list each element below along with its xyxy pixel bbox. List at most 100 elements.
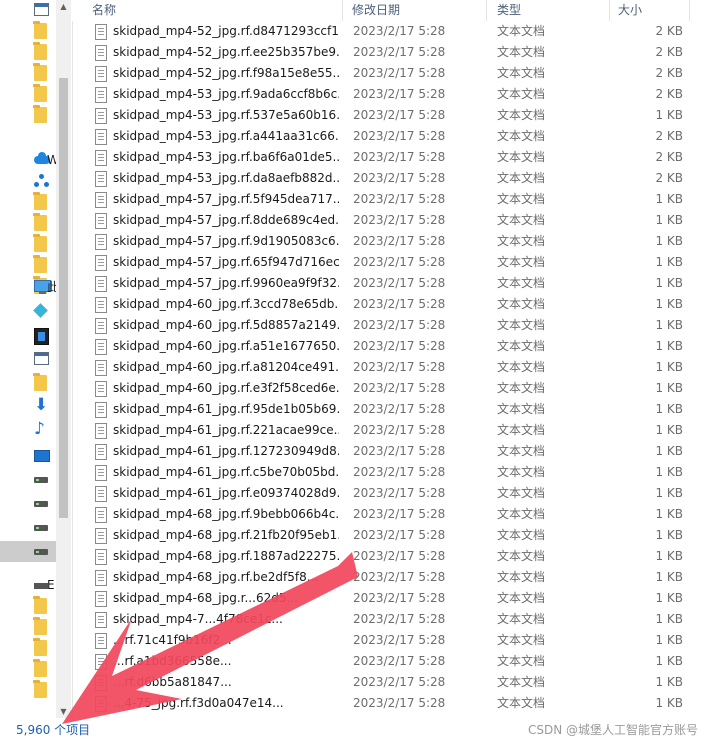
- file-row[interactable]: skidpad_mp4-60_jpg.rf.3ccd78e65db... 2023…: [72, 294, 692, 315]
- file-row[interactable]: skidpad_mp4-53_jpg.rf.9ada6ccf8b6c... 202…: [72, 84, 692, 105]
- file-type: 文本文档: [497, 675, 546, 689]
- file-row[interactable]: skidpad_mp4-61_jpg.rf.127230949d8... 2023…: [72, 441, 692, 462]
- file-row[interactable]: skidpad_mp4-68_jpg.rf.1887ad22275... 2023…: [72, 546, 692, 567]
- file-name: skidpad_mp4-61_jpg.rf.c5be70b05bd...: [113, 465, 339, 479]
- nav-item[interactable]: [0, 42, 56, 63]
- nav-item[interactable]: [0, 84, 56, 105]
- nav-item[interactable]: [0, 445, 56, 466]
- file-row[interactable]: skidpad_mp4-68_jpg.rf.9bebb066b4c... 2023…: [72, 504, 692, 525]
- file-row[interactable]: skidpad_mp4-60_jpg.rf.a51e1677650... 2023…: [72, 336, 692, 357]
- scroll-down-icon[interactable]: ▼: [56, 707, 71, 716]
- file-date: 2023/2/17 5:28: [353, 24, 446, 38]
- file-row[interactable]: skidpad_mp4-61_jpg.rf.221acae99ce... 2023…: [72, 420, 692, 441]
- nav-item[interactable]: [0, 469, 56, 490]
- nav-item[interactable]: [0, 234, 56, 255]
- nav-item[interactable]: [0, 680, 56, 701]
- document-icon: [95, 633, 107, 649]
- pictures-icon: [34, 352, 49, 365]
- nav-item[interactable]: ♪: [0, 421, 56, 442]
- status-bar: 5,960 个项目 CSDN @城堡人工智能官方账号: [0, 718, 708, 739]
- nav-item[interactable]: [0, 617, 56, 638]
- nav-item[interactable]: [0, 541, 56, 562]
- file-row[interactable]: skidpad_mp4-61_jpg.rf.c5be70b05bd... 2023…: [72, 462, 692, 483]
- document-icon: [95, 528, 107, 544]
- file-type: 文本文档: [497, 45, 546, 59]
- file-row[interactable]: skidpad_mp4-53_jpg.rf.a441aa31c66... 2023…: [72, 126, 692, 147]
- file-row[interactable]: skidpad_mp4-7...4f78ce1c... 2023/2/17 5:2…: [72, 609, 692, 630]
- file-name: skidpad_mp4-61_jpg.rf.221acae99ce...: [113, 423, 339, 437]
- file-row[interactable]: ...rf.d6bb5a81847... 2023/2/17 5:28 文本文档 1 …: [72, 672, 692, 693]
- nav-item[interactable]: [0, 493, 56, 514]
- column-divider[interactable]: [342, 0, 343, 21]
- file-row[interactable]: skidpad_mp4-53_jpg.rf.ba6f6a01de5... 2023…: [72, 147, 692, 168]
- nav-item[interactable]: W: [0, 150, 59, 171]
- file-row[interactable]: skidpad_mp4-61_jpg.rf.95de1b05b69... 2023…: [72, 399, 692, 420]
- file-name: skidpad_mp4-53_jpg.rf.ba6f6a01de5...: [113, 150, 339, 164]
- file-row[interactable]: skidpad_mp4-52_jpg.rf.ee25b357be9... 2023…: [72, 42, 692, 63]
- nav-item[interactable]: [0, 325, 56, 346]
- column-divider[interactable]: [689, 0, 690, 21]
- network-nodes-icon: [34, 174, 49, 188]
- folder-icon: [33, 659, 47, 677]
- nav-item[interactable]: [0, 349, 56, 370]
- file-date: 2023/2/17 5:28: [353, 654, 446, 668]
- file-row[interactable]: ...rf.71c41f9b16f2... 2023/2/17 5:28 文本文档 1…: [72, 630, 692, 651]
- file-row[interactable]: skidpad_mp4-68_jpg.r...62d5... 2023/2/17 …: [72, 588, 692, 609]
- column-header-type[interactable]: 类型: [497, 0, 521, 21]
- file-date: 2023/2/17 5:28: [353, 570, 446, 584]
- file-date: 2023/2/17 5:28: [353, 465, 446, 479]
- nav-scroll-thumb[interactable]: [59, 78, 68, 518]
- file-row[interactable]: skidpad_mp4-57_jpg.rf.9d1905083c6... 2023…: [72, 231, 692, 252]
- file-row[interactable]: ...rf.a1bd366558e... 2023/2/17 5:28 文本文档 1 …: [72, 651, 692, 672]
- file-row[interactable]: skidpad_mp4-53_jpg.rf.537e5a60b16... 2023…: [72, 105, 692, 126]
- nav-item[interactable]: [0, 596, 56, 617]
- nav-item[interactable]: [0, 213, 56, 234]
- nav-item[interactable]: [0, 373, 56, 394]
- file-name: skidpad_mp4-60_jpg.rf.a81204ce491...: [113, 360, 339, 374]
- file-row[interactable]: skidpad_mp4-68_jpg.rf.21fb20f95eb1... 202…: [72, 525, 692, 546]
- file-row[interactable]: skidpad_mp4-60_jpg.rf.e3f2f58ced6e... 202…: [72, 378, 692, 399]
- file-row[interactable]: skidpad_mp4-53_jpg.rf.da8aefb882d... 2023…: [72, 168, 692, 189]
- column-divider[interactable]: [486, 0, 487, 21]
- nav-item[interactable]: [0, 659, 56, 680]
- scroll-up-icon[interactable]: ▲: [56, 2, 71, 11]
- file-row[interactable]: skidpad_mp4-57_jpg.rf.65f947d716ec... 202…: [72, 252, 692, 273]
- file-row[interactable]: skidpad_mp4-57_jpg.rf.5f945dea717... 2023…: [72, 189, 692, 210]
- nav-item[interactable]: [0, 301, 56, 322]
- column-header-size[interactable]: 大小: [618, 0, 642, 21]
- file-type: 文本文档: [497, 318, 546, 332]
- file-type: 文本文档: [497, 402, 546, 416]
- nav-item[interactable]: 此: [0, 277, 59, 298]
- file-name: skidpad_mp4-57_jpg.rf.9d1905083c6...: [113, 234, 339, 248]
- file-row[interactable]: skidpad_mp4-68_jpg.rf.be2df5f8... 2023/2/…: [72, 567, 692, 588]
- file-row[interactable]: skidpad_mp4-60_jpg.rf.a81204ce491... 2023…: [72, 357, 692, 378]
- nav-item[interactable]: [0, 638, 56, 659]
- nav-item[interactable]: [0, 255, 56, 276]
- nav-item[interactable]: [0, 21, 56, 42]
- text-file-icon: [94, 168, 107, 189]
- nav-item[interactable]: [0, 105, 56, 126]
- nav-item[interactable]: ⬇: [0, 397, 56, 418]
- file-list-scrollbar[interactable]: [692, 21, 708, 718]
- column-divider[interactable]: [609, 0, 610, 21]
- file-row[interactable]: skidpad_mp4-60_jpg.rf.5d8857a2149... 2023…: [72, 315, 692, 336]
- file-row[interactable]: skidpad_mp4-52_jpg.rf.f98a15e8e55... 2023…: [72, 63, 692, 84]
- nav-item[interactable]: [0, 517, 56, 538]
- file-name: skidpad_mp4-57_jpg.rf.5f945dea717...: [113, 192, 339, 206]
- nav-scrollbar[interactable]: ▲ ▼: [56, 0, 71, 718]
- file-row[interactable]: skidpad_mp4-52_jpg.rf.d8471293ccf1... 202…: [72, 21, 692, 42]
- nav-item[interactable]: [0, 0, 56, 21]
- nav-item[interactable]: [0, 171, 56, 192]
- nav-item[interactable]: [0, 63, 56, 84]
- file-row[interactable]: ...4-75_jpg.rf.f3d0a047e14... 2023/2/17 5…: [72, 693, 692, 714]
- nav-item[interactable]: E: [0, 575, 56, 596]
- document-icon: [95, 507, 107, 523]
- file-size: 1 KB: [655, 675, 683, 689]
- file-name: skidpad_mp4-53_jpg.rf.537e5a60b16...: [113, 108, 339, 122]
- nav-item[interactable]: [0, 192, 56, 213]
- file-row[interactable]: skidpad_mp4-57_jpg.rf.8dde689c4ed... 2023…: [72, 210, 692, 231]
- file-row[interactable]: skidpad_mp4-57_jpg.rf.9960ea9f9f32... 202…: [72, 273, 692, 294]
- column-header-date[interactable]: 修改日期: [352, 0, 400, 21]
- file-row[interactable]: skidpad_mp4-61_jpg.rf.e09374028d9... 2023…: [72, 483, 692, 504]
- column-header-name[interactable]: 名称: [92, 0, 116, 21]
